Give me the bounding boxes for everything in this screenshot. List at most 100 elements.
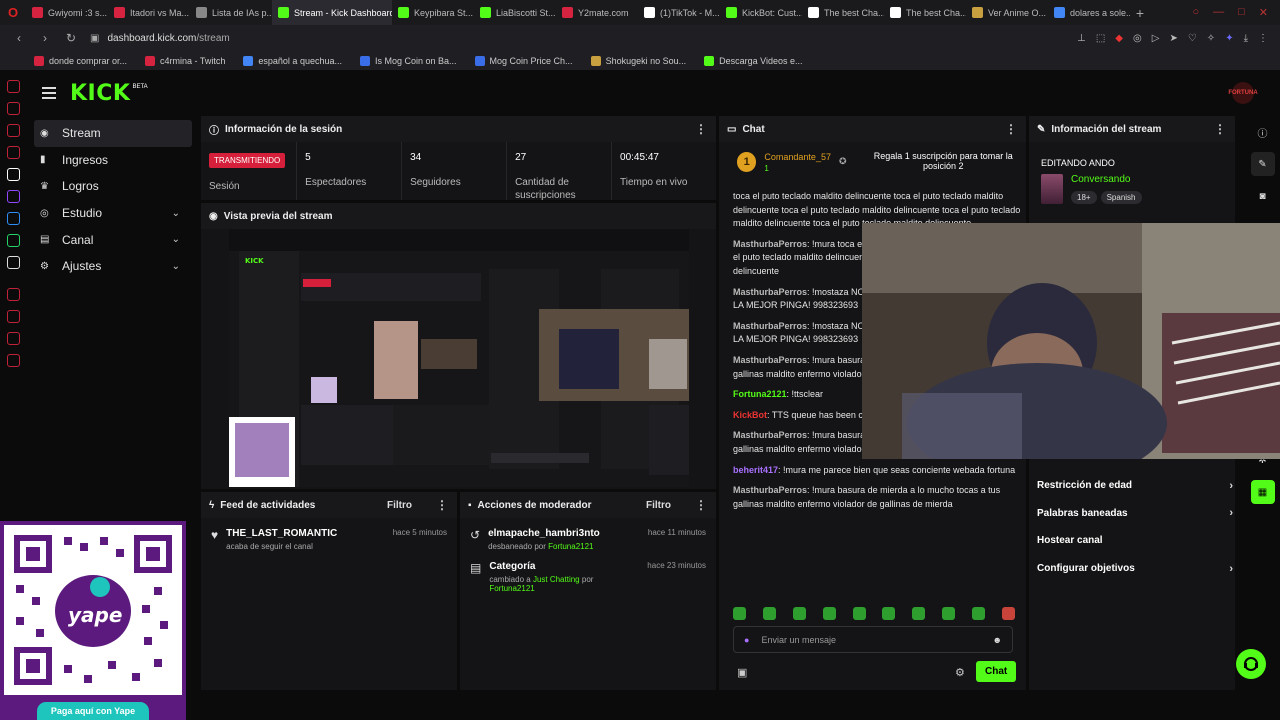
bookmark-item[interactable]: c4rmina - Twitch xyxy=(145,55,225,66)
pin-icon[interactable]: ⊥ xyxy=(1077,33,1086,44)
pinned-icon[interactable] xyxy=(6,332,20,345)
close-icon[interactable]: ✕ xyxy=(1259,6,1268,19)
settings-icon[interactable] xyxy=(6,354,20,367)
chat-username[interactable]: MasthurbaPerros xyxy=(733,239,807,249)
forward-icon[interactable]: › xyxy=(38,31,52,45)
browser-tab[interactable]: The best Cha... xyxy=(802,0,884,25)
browser-tab[interactable]: Stream - Kick Dashboard✕ xyxy=(272,0,392,25)
emote-icon[interactable] xyxy=(852,607,866,620)
messenger-icon[interactable] xyxy=(6,146,20,159)
speed-dial-icon[interactable] xyxy=(6,80,20,93)
sidebar-item-logros[interactable]: ♛ Logros xyxy=(34,173,192,200)
emoji-icon[interactable]: ☻ xyxy=(993,635,1002,645)
browser-tab[interactable]: KickBot: Cust... xyxy=(720,0,802,25)
extension-puzzle-icon[interactable]: ✦ xyxy=(1225,33,1233,44)
clapperboard-icon[interactable]: ▦ xyxy=(1250,480,1275,504)
emote-icon[interactable] xyxy=(1001,607,1015,620)
browser-tab[interactable]: Itadori vs Ma... xyxy=(108,0,190,25)
menu-dots-icon[interactable]: ⋮ xyxy=(1258,33,1268,44)
clock-icon[interactable] xyxy=(6,288,20,301)
send-icon[interactable]: ➤ xyxy=(1169,33,1177,44)
bookmark-item[interactable]: Shokugeki no Sou... xyxy=(590,55,686,66)
mod-user-link[interactable]: Fortuna2121 xyxy=(548,542,593,551)
stream-preview-video[interactable]: KICK xyxy=(229,229,689,487)
emote-icon[interactable] xyxy=(822,607,836,620)
sidebar-item-estudio[interactable]: ◎ Estudio ⌄ xyxy=(34,200,192,227)
age-restriction-item[interactable]: Restricción de edad › xyxy=(1037,472,1233,500)
x-icon[interactable] xyxy=(6,256,20,269)
emote-icon[interactable] xyxy=(942,607,956,620)
camera-icon[interactable]: ◎ xyxy=(1133,33,1142,44)
help-chat-icon[interactable] xyxy=(1236,649,1266,679)
emote-icon[interactable] xyxy=(972,607,985,620)
tv-icon[interactable] xyxy=(6,124,20,137)
send-chat-button[interactable]: Chat xyxy=(976,661,1017,682)
emote-icon[interactable] xyxy=(912,607,926,620)
kick-logo[interactable]: KICK xyxy=(70,81,130,106)
kebab-menu-icon[interactable]: ⋮ xyxy=(1214,122,1226,136)
bookmark-item[interactable]: donde comprar or... xyxy=(34,55,127,66)
shield-icon[interactable]: ◆ xyxy=(1115,33,1123,44)
emote-icon[interactable] xyxy=(882,607,896,620)
microphone-icon[interactable]: ● xyxy=(744,635,749,645)
kebab-menu-icon[interactable]: ⋮ xyxy=(695,498,707,512)
mod-item-title[interactable]: elmapache_hambri3nto xyxy=(488,528,640,539)
kick-icon[interactable] xyxy=(6,168,20,181)
camera-icon[interactable]: ◙ xyxy=(1251,184,1275,208)
chat-username[interactable]: MasthurbaPerros xyxy=(733,430,807,440)
stream-category[interactable]: Conversando xyxy=(1071,174,1142,185)
history-icon[interactable] xyxy=(6,310,20,323)
feed-user[interactable]: THE_LAST_ROMANTIC xyxy=(226,528,385,539)
browser-tab[interactable]: Ver Anime O... xyxy=(966,0,1048,25)
sidebar-item-stream[interactable]: ◉ Stream xyxy=(34,120,192,147)
emote-icon[interactable] xyxy=(762,607,776,620)
play-icon[interactable]: ▷ xyxy=(1152,33,1160,44)
browser-tab[interactable]: dolares a sole... xyxy=(1048,0,1130,25)
user-avatar[interactable]: FORTUNA xyxy=(1228,82,1258,104)
search-icon[interactable]: ○ xyxy=(1192,6,1199,19)
browser-tab[interactable]: Y2mate.com xyxy=(556,0,638,25)
pay-with-yape-button[interactable]: Paga aquí con Yape xyxy=(37,702,149,720)
set-goals-item[interactable]: Configurar objetivos › xyxy=(1037,555,1233,583)
chat-input[interactable]: ● Enviar un mensaje ☻ xyxy=(733,626,1013,653)
heart-icon[interactable]: ♡ xyxy=(1188,33,1197,44)
chat-username[interactable]: Fortuna2121 xyxy=(733,389,787,399)
browser-tab[interactable]: Gwiyomi :3 s... xyxy=(26,0,108,25)
mod-user-link[interactable]: Fortuna2121 xyxy=(489,584,534,593)
mod-filter-button[interactable]: Filtro xyxy=(646,500,671,511)
emote-icon[interactable] xyxy=(792,607,806,620)
gift-icon[interactable]: ▣ xyxy=(737,666,747,679)
info-icon[interactable]: ⓘ xyxy=(1251,120,1275,144)
chat-username[interactable]: beherit417 xyxy=(733,465,778,475)
browser-tab[interactable]: (1)TikTok - M... xyxy=(638,0,720,25)
hamburger-menu-icon[interactable] xyxy=(42,87,56,99)
sidebar-item-canal[interactable]: ▤ Canal ⌄ xyxy=(34,226,192,253)
screenshot-icon[interactable]: ⬚ xyxy=(1096,33,1105,44)
back-icon[interactable]: ‹ xyxy=(12,31,26,45)
chat-username[interactable]: KickBot xyxy=(733,410,767,420)
kebab-menu-icon[interactable]: ⋮ xyxy=(695,122,707,136)
bookmark-item[interactable]: español a quechua... xyxy=(243,55,342,66)
chat-username[interactable]: MasthurbaPerros xyxy=(733,355,807,365)
maximize-icon[interactable]: □ xyxy=(1238,6,1245,19)
browser-tab[interactable]: LiaBiscotti St... xyxy=(474,0,556,25)
gear-icon[interactable]: ⚙ xyxy=(955,666,965,679)
chat-username[interactable]: MasthurbaPerros xyxy=(733,321,807,331)
bookmark-item[interactable]: Mog Coin Price Ch... xyxy=(474,55,573,66)
feed-filter-button[interactable]: Filtro xyxy=(387,500,412,511)
new-tab-button[interactable]: + xyxy=(1130,5,1150,21)
browser-tab[interactable]: Lista de IAs p... xyxy=(190,0,272,25)
bookmark-item[interactable]: Descarga Videos e... xyxy=(704,55,803,66)
kebab-menu-icon[interactable]: ⋮ xyxy=(436,498,448,512)
facebook-messenger-icon[interactable] xyxy=(6,212,20,225)
whatsapp-icon[interactable] xyxy=(6,234,20,247)
kebab-menu-icon[interactable]: ⋮ xyxy=(1005,122,1017,136)
extensions-icon[interactable]: ✧ xyxy=(1207,33,1215,44)
host-channel-item[interactable]: Hostear canal xyxy=(1037,527,1233,555)
twitch-icon[interactable] xyxy=(6,190,20,203)
pinned-user[interactable]: Comandante_57 xyxy=(764,152,831,162)
chat-username[interactable]: MasthurbaPerros xyxy=(733,287,807,297)
browser-tab[interactable]: The best Cha... xyxy=(884,0,966,25)
bag-icon[interactable] xyxy=(6,102,20,115)
chat-username[interactable]: MasthurbaPerros xyxy=(733,485,807,495)
